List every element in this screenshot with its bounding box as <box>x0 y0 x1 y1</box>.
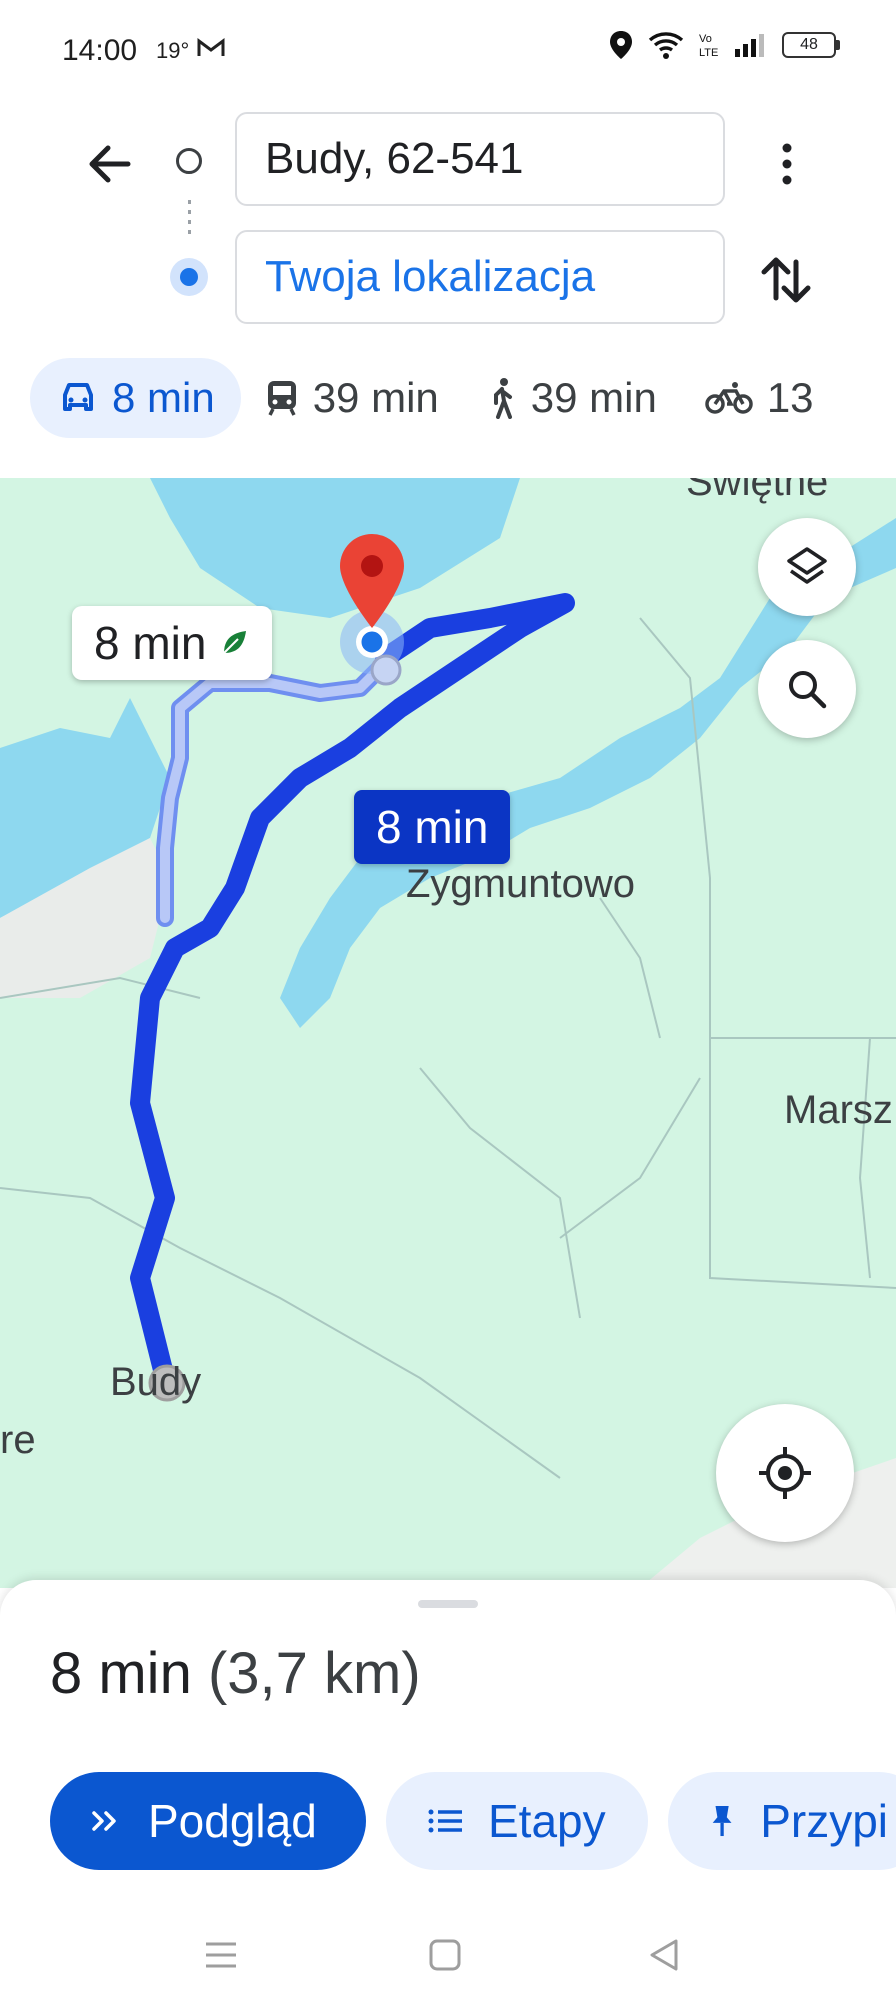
destination-pin-icon <box>340 534 404 628</box>
car-icon <box>63 383 93 411</box>
menu-nav-icon[interactable] <box>204 1940 238 1970</box>
bike-icon <box>705 382 753 414</box>
leaf-icon <box>223 631 247 654</box>
pushpin-icon <box>712 1805 732 1837</box>
arrow-back-icon <box>89 145 131 183</box>
map-label-re: re <box>0 1418 36 1462</box>
home-nav-icon[interactable] <box>428 1938 462 1972</box>
tab-driving[interactable]: 8 min <box>30 358 241 438</box>
map-label-budy: Budy <box>110 1360 202 1404</box>
pin-button[interactable]: Przypi <box>668 1772 896 1870</box>
map-label-zygmuntowo: Zygmuntowo <box>406 862 635 906</box>
volte-icon: Vo LTE <box>699 33 718 59</box>
svg-text:LTE: LTE <box>699 47 718 59</box>
route-distance: (3,7 km) <box>207 1641 421 1706</box>
more-options-button[interactable] <box>762 134 812 194</box>
main-route-time: 8 min <box>376 801 489 853</box>
wifi-icon <box>648 32 684 59</box>
route-summary: 8 min (3,7 km) <box>50 1640 421 1707</box>
my-location-icon <box>759 1447 811 1499</box>
preview-button-label: Podgląd <box>148 1795 317 1847</box>
walk-icon <box>493 378 512 419</box>
back-button[interactable] <box>80 134 140 194</box>
origin-field[interactable]: Budy, 62-541 <box>235 112 725 206</box>
map-label-swietne: Swiętne <box>686 478 829 504</box>
eco-route-time: 8 min <box>94 617 207 669</box>
status-temperature: 19° <box>156 38 190 63</box>
location-icon <box>610 31 632 59</box>
steps-button-label: Etapy <box>488 1795 606 1847</box>
map-view[interactable]: Swiętne Zygmuntowo Marsz Budy re 8 min 8… <box>0 478 896 1588</box>
search-button[interactable] <box>758 640 856 738</box>
main-route-label[interactable]: 8 min <box>354 790 511 864</box>
more-vert-icon <box>782 143 792 185</box>
sheet-drag-handle[interactable] <box>418 1600 478 1608</box>
status-icons: Vo LTE 48 <box>608 30 840 60</box>
tab-walking[interactable]: 39 min <box>463 358 681 438</box>
pin-button-label: Przypi <box>760 1795 888 1847</box>
signal-icon <box>735 34 764 57</box>
status-bar: 14:00 19° Vo LTE 48 <box>0 0 896 100</box>
tab-transit[interactable]: 39 min <box>241 358 463 438</box>
eco-route-label[interactable]: 8 min <box>72 606 273 680</box>
svg-text:Vo: Vo <box>699 33 712 45</box>
origin-marker <box>176 148 202 174</box>
layers-button[interactable] <box>758 518 856 616</box>
preview-button[interactable]: Podgląd <box>50 1772 366 1870</box>
travel-mode-tabs: 8 min 39 min 39 min 13 <box>30 358 838 438</box>
swap-vert-icon <box>761 257 811 303</box>
route-duration: 8 min <box>50 1641 192 1706</box>
tab-transit-label: 39 min <box>312 374 439 421</box>
route-connector <box>188 200 191 240</box>
tab-cycling[interactable]: 13 <box>681 358 838 438</box>
tab-walking-label: 39 min <box>530 374 657 421</box>
route-main <box>130 593 575 1388</box>
layers-icon <box>787 547 827 584</box>
system-nav-bar <box>0 1900 896 2000</box>
double-chevron-icon <box>92 1811 116 1831</box>
search-icon <box>789 671 827 709</box>
tab-cycling-label: 13 <box>766 374 814 421</box>
map-label-marsz: Marsz <box>784 1088 893 1132</box>
transit-icon <box>267 381 296 416</box>
gmail-icon <box>196 36 226 65</box>
steps-button[interactable]: Etapy <box>386 1772 648 1870</box>
tab-driving-label: 8 min <box>112 374 215 421</box>
swap-button[interactable] <box>756 248 816 312</box>
recenter-button[interactable] <box>716 1404 854 1542</box>
status-time: 14:00 <box>62 34 138 67</box>
lake-upper <box>150 478 520 618</box>
directions-header: Budy, 62-541 Twoja lokalizacja 8 min 39 … <box>0 100 896 480</box>
back-nav-icon[interactable] <box>648 1938 680 1972</box>
list-icon <box>428 1809 462 1833</box>
destination-field[interactable]: Twoja lokalizacja <box>235 230 725 324</box>
battery-indicator: 48 <box>782 32 840 58</box>
destination-marker <box>170 258 208 296</box>
